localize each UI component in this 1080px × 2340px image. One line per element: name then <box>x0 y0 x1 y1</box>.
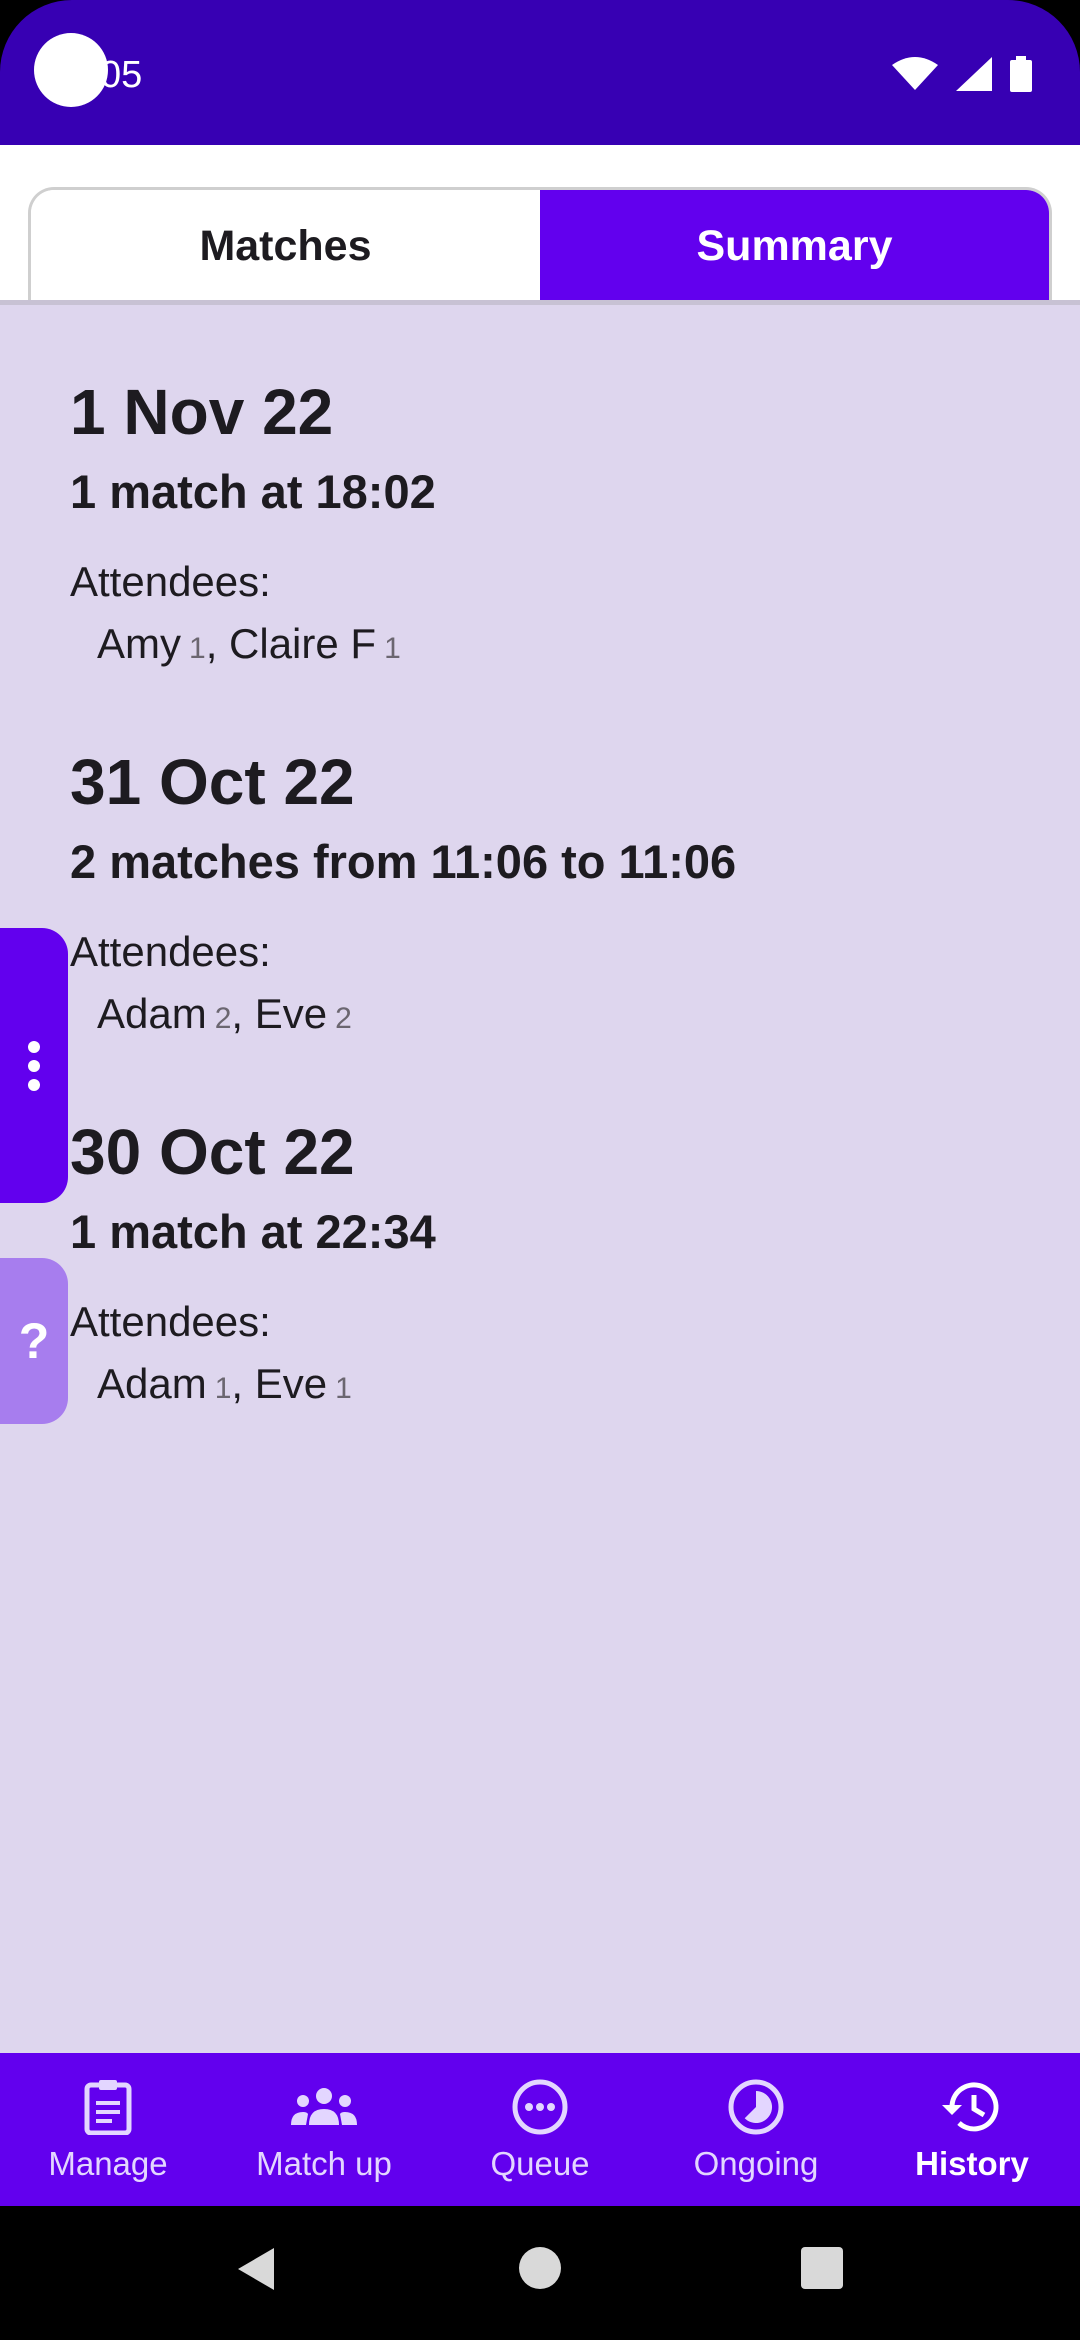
nav-item-match-up[interactable]: Match up <box>216 2053 432 2206</box>
attendee-count: 2 <box>335 1002 352 1035</box>
day-date: 30 Oct 22 <box>70 1116 355 1188</box>
recents-icon[interactable] <box>800 2246 844 2290</box>
tab-group: Matches Summary <box>28 187 1052 303</box>
attendee-count: 1 <box>384 632 401 665</box>
group-icon <box>291 2088 357 2125</box>
back-icon[interactable] <box>236 2246 276 2292</box>
attendees-label: Attendees: <box>70 928 271 975</box>
attendees-label: Attendees: <box>70 1298 271 1345</box>
status-icons <box>892 56 1032 92</box>
day-date: 31 Oct 22 <box>70 746 355 818</box>
attendees-list: Adam 2, Eve 2 <box>97 993 736 1035</box>
status-time: 05 <box>100 54 143 96</box>
attendee-separator: , <box>231 990 255 1037</box>
attendee-count: 1 <box>214 1372 232 1405</box>
attendee-name: Claire F <box>229 620 377 667</box>
day-match-summary: 1 match at 22:34 <box>70 1205 436 1258</box>
status-bar: 05 <box>0 0 1080 145</box>
attendees-label: Attendees: <box>70 558 271 605</box>
tab-strip: Matches Summary <box>0 145 1080 305</box>
camera-cutout <box>34 33 108 107</box>
day-summary-card: 31 Oct 22 2 matches from 11:06 to 11:06 … <box>70 750 736 1035</box>
nav-label: Match up <box>256 2145 392 2182</box>
day-match-summary: 1 match at 18:02 <box>70 465 436 518</box>
day-summary-card: 1 Nov 22 1 match at 18:02 Attendees: Amy… <box>70 380 436 665</box>
attendee-name: Adam <box>97 1360 207 1407</box>
nav-label: Queue <box>490 2145 590 2182</box>
nav-item-history[interactable]: History <box>864 2053 1080 2206</box>
day-match-summary: 2 matches from 11:06 to 11:06 <box>70 835 737 888</box>
battery-icon <box>1010 56 1032 92</box>
home-icon[interactable] <box>518 2246 562 2290</box>
timelapse-icon <box>728 2079 784 2135</box>
attendee-name: Eve <box>254 990 328 1037</box>
bottom-navigation: Manage Match up Queue Ongoing History <box>0 2053 1080 2206</box>
attendee-name: Eve <box>254 1360 328 1407</box>
attendee-count: 1 <box>189 632 206 665</box>
nav-item-manage[interactable]: Manage <box>0 2053 216 2206</box>
attendee-count: 2 <box>214 1002 232 1035</box>
attendees-list: Adam 1, Eve 1 <box>97 1363 436 1405</box>
attendee-separator: , <box>205 620 230 667</box>
wifi-icon <box>892 57 938 90</box>
tab-summary[interactable]: Summary <box>540 190 1049 303</box>
attendee-count: 1 <box>335 1372 352 1405</box>
history-icon <box>942 2082 999 2132</box>
day-date: 1 Nov 22 <box>70 376 334 448</box>
system-navigation-bar <box>0 2206 1080 2340</box>
nav-item-ongoing[interactable]: Ongoing <box>648 2053 864 2206</box>
nav-label: History <box>915 2145 1029 2182</box>
more-circle-icon <box>512 2079 568 2135</box>
tab-matches[interactable]: Matches <box>31 190 540 303</box>
more-vert-icon <box>28 1040 40 1091</box>
nav-label: Manage <box>48 2145 168 2182</box>
attendee-separator: , <box>231 1360 255 1407</box>
history-summary-list[interactable]: 1 Nov 22 1 match at 18:02 Attendees: Amy… <box>0 305 1080 2053</box>
day-summary-card: 30 Oct 22 1 match at 22:34 Attendees: Ad… <box>70 1120 436 1405</box>
help-button[interactable]: ? <box>0 1258 68 1424</box>
attendees-list: Amy 1, Claire F1 <box>97 623 436 665</box>
side-menu-button[interactable] <box>0 928 68 1203</box>
nav-label: Ongoing <box>693 2145 819 2182</box>
phone-screen: 05 Matches Summary 1 Nov 22 1 match at 1… <box>0 0 1080 2340</box>
attendee-name: Amy <box>97 620 181 667</box>
signal-icon <box>956 57 992 91</box>
attendee-name: Adam <box>97 990 207 1037</box>
clipboard-icon <box>84 2080 132 2135</box>
nav-item-queue[interactable]: Queue <box>432 2053 648 2206</box>
